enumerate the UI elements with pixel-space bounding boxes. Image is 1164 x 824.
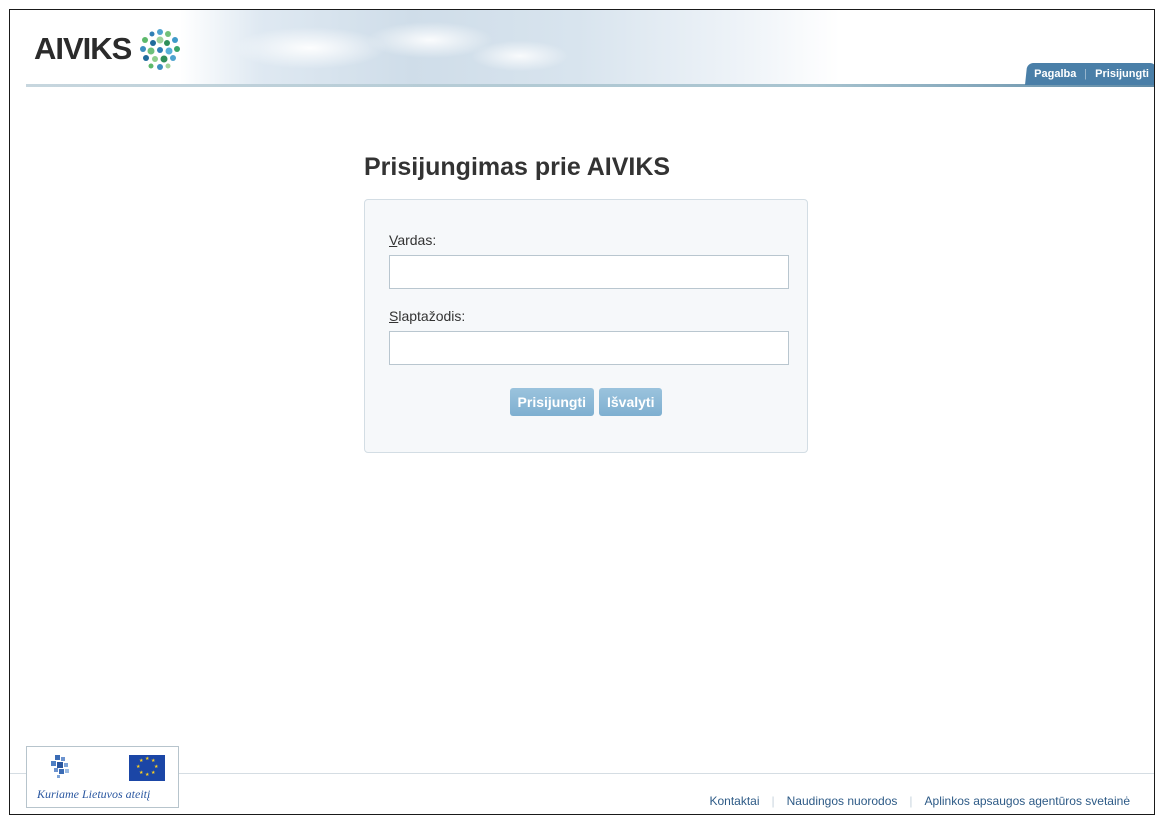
footer-link-useful-links[interactable]: Naudingos nuorodos — [787, 794, 898, 808]
login-form: Vardas: Slaptažodis: Prisijungti Išvalyt… — [364, 199, 808, 453]
eu-funding-badge[interactable]: ★ ★ ★ ★ ★ ★ ★ ★ Kuriame Lietuvos ateitį — [26, 746, 179, 808]
eu-slogan: Kuriame Lietuvos ateitį — [37, 787, 151, 801]
nav-help-link[interactable]: Pagalba — [1034, 68, 1076, 80]
password-input[interactable] — [389, 331, 789, 365]
page-title: Prisijungimas prie AIVIKS — [364, 153, 671, 181]
username-label-text: ardas: — [397, 232, 437, 248]
top-nav: Pagalba | Prisijungti — [1025, 63, 1154, 85]
login-button[interactable]: Prisijungti — [509, 388, 594, 416]
footer-separator: | — [909, 794, 913, 808]
password-label-text: laptažodis: — [398, 308, 466, 324]
nav-separator: | — [1084, 68, 1088, 80]
header-divider — [26, 84, 1154, 87]
footer-link-agency-site[interactable]: Aplinkos apsaugos agentūros svetainė — [925, 794, 1130, 808]
password-label: Slaptažodis: — [389, 308, 465, 324]
logo[interactable]: AIVIKS — [34, 26, 183, 72]
header-sky-banner — [180, 10, 840, 84]
eu-structural-funds-icon — [51, 755, 69, 778]
logo-dots-icon — [140, 29, 181, 70]
nav-login-link[interactable]: Prisijungti — [1095, 68, 1149, 80]
eu-flag-icon: ★ ★ ★ ★ ★ ★ ★ ★ — [129, 755, 165, 781]
header: AIVIKS Pagalba | Prisijungti — [10, 10, 1154, 88]
password-label-accesskey: S — [389, 308, 399, 324]
footer-link-contacts[interactable]: Kontaktai — [709, 794, 759, 808]
footer-divider — [10, 773, 1154, 774]
username-label: Vardas: — [389, 232, 436, 248]
clear-button[interactable]: Išvalyti — [598, 388, 663, 416]
username-input[interactable] — [389, 255, 789, 289]
form-buttons: Prisijungti Išvalyti — [365, 388, 807, 416]
footer-links: Kontaktai | Naudingos nuorodos | Aplinko… — [709, 794, 1130, 808]
logo-text: AIVIKS — [34, 31, 132, 66]
footer-separator: | — [771, 794, 775, 808]
page-frame: AIVIKS Pagalba | Prisijungti Prisijungim… — [9, 9, 1155, 815]
eu-fine-print-left — [33, 781, 34, 786]
